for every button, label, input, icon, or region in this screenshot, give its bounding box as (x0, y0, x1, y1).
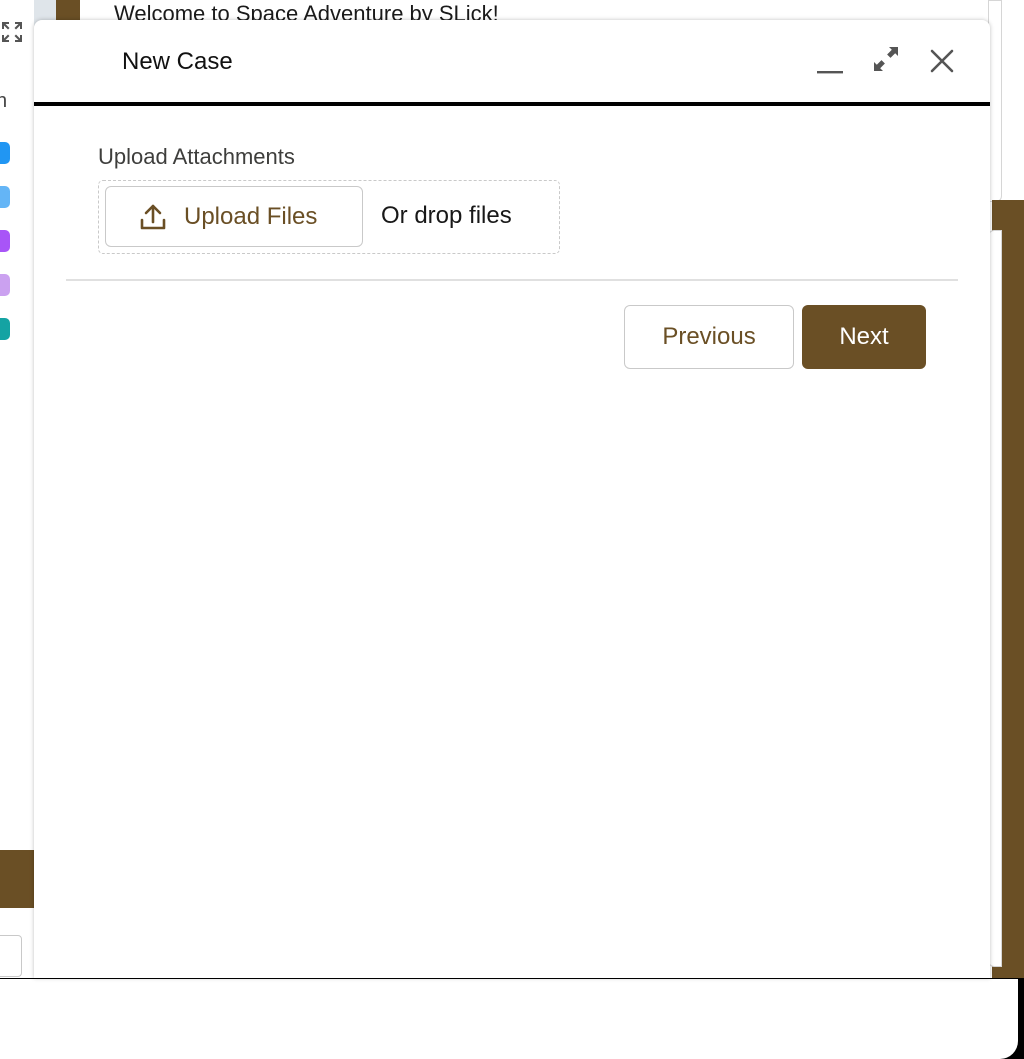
sidebar-cut-text: n (0, 90, 8, 112)
upload-files-label: Upload Files (184, 202, 318, 230)
background-input[interactable] (0, 935, 22, 977)
new-case-modal: New Case Upload Attachments Upload Files… (34, 20, 990, 978)
expand-button[interactable] (869, 44, 903, 78)
footer-divider (66, 279, 958, 281)
background-bottom-area (0, 979, 1018, 1059)
minimize-button[interactable] (813, 46, 847, 80)
close-button[interactable] (925, 46, 959, 80)
modal-header: New Case (34, 20, 990, 106)
upload-attachments-label: Upload Attachments (98, 144, 295, 169)
next-button[interactable]: Next (802, 305, 926, 369)
expand-icon (872, 45, 900, 78)
modal-title: New Case (122, 48, 233, 75)
fullscreen-icon[interactable] (0, 20, 24, 44)
upload-files-button[interactable]: Upload Files (105, 186, 363, 247)
minimize-icon (816, 47, 844, 80)
sidebar-color-dot[interactable] (0, 142, 10, 164)
drop-files-text: Or drop files (381, 202, 512, 229)
sidebar-color-dot[interactable] (0, 274, 10, 296)
upload-icon (138, 202, 168, 232)
previous-button[interactable]: Previous (624, 305, 794, 369)
background-right-card (988, 0, 1002, 202)
background-brown-button[interactable] (0, 850, 34, 908)
sidebar-color-dot[interactable] (0, 186, 10, 208)
file-dropzone[interactable]: Upload Files Or drop files (98, 180, 560, 254)
background-right-card (988, 230, 1002, 967)
sidebar-color-dot[interactable] (0, 318, 10, 340)
sidebar-color-dot[interactable] (0, 230, 10, 252)
close-icon (929, 48, 955, 79)
